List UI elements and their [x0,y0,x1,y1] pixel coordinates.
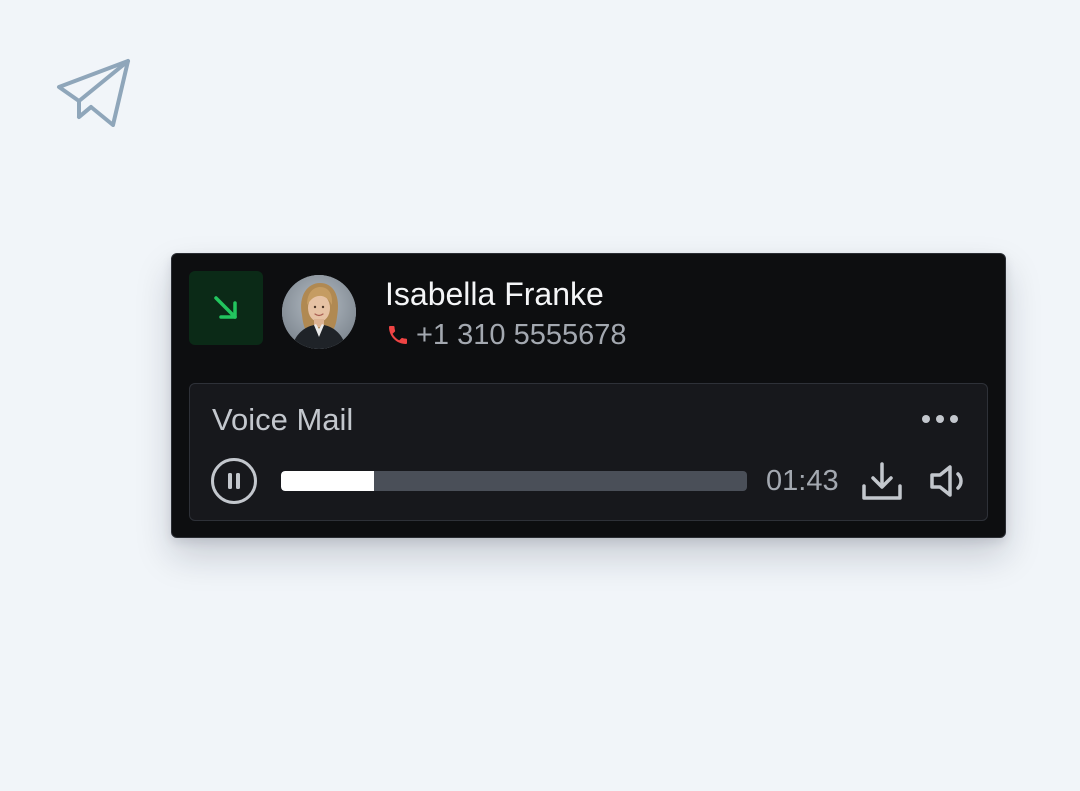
paper-plane-icon [55,57,133,129]
playback-time: 01:43 [766,465,839,497]
voicemail-player: Voice Mail 01:43 [189,383,988,521]
volume-icon [930,465,963,497]
more-options-button[interactable] [918,404,962,434]
download-icon [862,462,902,500]
contact-name: Isabella Franke [385,276,604,312]
more-dots-icon [922,415,958,423]
volume-button[interactable] [928,462,968,500]
contact-phone: +1 310 5555678 [386,317,626,353]
voicemail-title: Voice Mail [212,402,354,437]
arrow-down-right-icon [214,296,237,319]
phone-number: +1 310 5555678 [416,319,627,351]
avatar[interactable] [282,275,356,349]
playback-progress-bar[interactable] [281,471,747,491]
voicemail-card: Isabella Franke +1 310 5555678 Voice Mai… [171,253,1006,538]
download-button[interactable] [860,460,904,502]
incoming-call-badge [189,271,263,345]
pause-icon [211,458,257,504]
pause-button[interactable] [210,457,258,505]
playback-progress-fill [281,471,375,491]
phone-icon [389,326,407,344]
